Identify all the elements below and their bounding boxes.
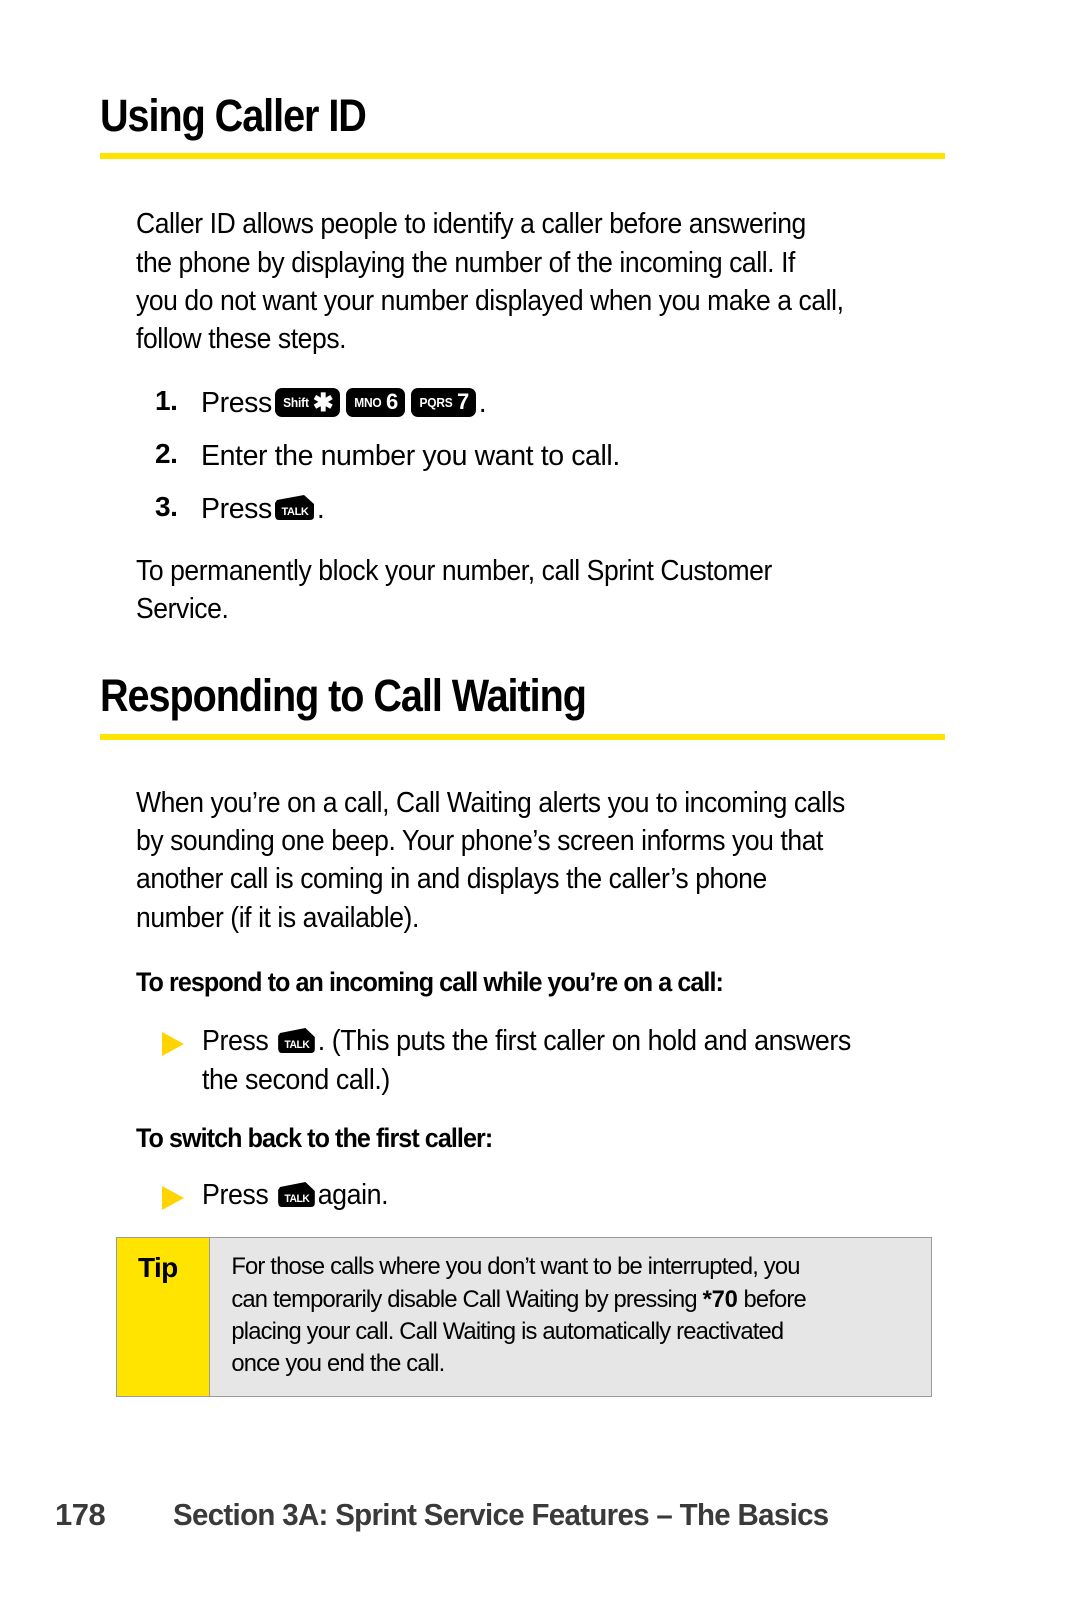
step-text-before: Press [201, 386, 272, 419]
key-talk-icon: TALK [277, 1181, 316, 1208]
key-seven-label: PQRS [419, 394, 453, 410]
tip-label: Tip [138, 1252, 178, 1284]
tip-callout-box: Tip For those calls where you don’t want… [116, 1237, 932, 1398]
tip-label-cell: Tip [117, 1238, 210, 1397]
bullet-text: Press TALK again. [202, 1176, 990, 1215]
triangle-bullet-icon [160, 1184, 202, 1212]
bullet-text-after-1: . (This puts the first caller on hold an… [317, 1024, 852, 1057]
manual-page: Using Caller ID Caller ID allows people … [0, 0, 1080, 1620]
svg-text:TALK: TALK [284, 1039, 310, 1051]
bullet-item: Press TALK again. [160, 1176, 1040, 1215]
subheading-switch-back-first-caller: To switch back to the first caller: [136, 1123, 493, 1154]
step-text-after: . [478, 386, 487, 419]
paragraph-line: Service. [136, 593, 229, 626]
paragraph-line: follow these steps. [136, 323, 347, 356]
triangle-bullet-icon [160, 1030, 202, 1058]
heading-rule [100, 733, 945, 740]
step-text-before: Press [201, 492, 272, 525]
key-six-icon: MNO 6 [346, 387, 405, 417]
bullet-text-after-2: the second call.) [202, 1063, 390, 1096]
key-star-label: Shift [282, 394, 309, 410]
section-heading-using-caller-id: Using Caller ID [100, 0, 945, 160]
key-six-label: MNO [354, 394, 383, 410]
step-text: Press TALK . [201, 491, 325, 528]
key-six-glyph: 6 [386, 389, 398, 415]
page-number: 178 [55, 1497, 106, 1532]
paragraph-line: Caller ID allows people to identify a ca… [136, 208, 806, 241]
paragraph-line: To permanently block your number, call S… [136, 554, 772, 587]
bullet-list-respond: Press TALK . (This puts the first caller… [160, 1022, 1040, 1100]
step-text-before: Enter the number you want to call. [201, 439, 620, 472]
tip-line-2b: before [737, 1285, 806, 1313]
step-3: 3. Press TALK . [155, 491, 1035, 528]
bullet-text-after: again. [317, 1179, 389, 1212]
step-1: 1. Press Shift ✱ MNO 6 PQRS 7 . [155, 385, 1035, 422]
page-subtitle: Responding to Call Waiting [100, 670, 587, 722]
section-heading-responding-to-call-waiting: Responding to Call Waiting [100, 670, 945, 740]
footer-section-title: Section 3A: Sprint Service Features – Th… [173, 1497, 829, 1532]
step-text-after: . [316, 492, 325, 525]
key-star-icon: Shift ✱ [274, 387, 341, 417]
intro-paragraph-caller-id: Caller ID allows people to identify a ca… [136, 205, 973, 358]
step-text: Enter the number you want to call. [201, 438, 620, 475]
key-talk-icon: TALK [274, 494, 315, 521]
bullet-text-before: Press [202, 1179, 269, 1212]
intro-paragraph-call-waiting: When you’re on a call, Call Waiting aler… [136, 784, 973, 937]
step-number: 2. [155, 437, 178, 469]
key-seven-icon: PQRS 7 [410, 387, 476, 417]
paragraph-line: the phone by displaying the number of th… [136, 246, 795, 279]
bullet-text: Press TALK . (This puts the first caller… [202, 1022, 990, 1100]
step-text: Press Shift ✱ MNO 6 PQRS 7 . [201, 385, 487, 422]
tip-line-2a: can temporarily disable Call Waiting by … [231, 1285, 703, 1313]
paragraph-line: number (if it is available). [136, 901, 419, 934]
paragraph-line: by sounding one beep. Your phone’s scree… [136, 824, 823, 857]
step-number: 3. [155, 490, 178, 522]
paragraph-line: you do not want your number displayed wh… [136, 284, 844, 317]
paragraph-line: another call is coming in and displays t… [136, 863, 767, 896]
closing-paragraph-caller-id: To permanently block your number, call S… [136, 552, 973, 629]
page-title: Using Caller ID [100, 90, 367, 141]
bullet-text-before: Press [202, 1024, 269, 1057]
tip-line: once you end the call. [231, 1350, 445, 1378]
page-footer: 178 Section 3A: Sprint Service Features … [0, 1497, 1080, 1533]
bullet-list-switch-back: Press TALK again. [160, 1176, 1040, 1215]
tip-body: For those calls where you don’t want to … [210, 1238, 909, 1396]
tip-code: *70 [702, 1285, 738, 1313]
numbered-step-list: 1. Press Shift ✱ MNO 6 PQRS 7 . 2. Enter… [155, 385, 1035, 528]
tip-line: For those calls where you don’t want to … [231, 1253, 800, 1281]
svg-text:TALK: TALK [281, 506, 308, 518]
key-talk-icon: TALK [277, 1027, 316, 1054]
step-2: 2. Enter the number you want to call. [155, 438, 1035, 475]
step-number: 1. [155, 384, 178, 416]
tip-line: placing your call. Call Waiting is autom… [231, 1317, 784, 1345]
key-seven-glyph: 7 [456, 389, 469, 415]
key-star-glyph: ✱ [312, 388, 334, 417]
tip-line: can temporarily disable Call Waiting by … [231, 1284, 892, 1316]
bullet-item: Press TALK . (This puts the first caller… [160, 1022, 1040, 1100]
paragraph-line: When you’re on a call, Call Waiting aler… [136, 786, 845, 819]
subheading-respond-incoming-call: To respond to an incoming call while you… [136, 966, 724, 997]
heading-rule [100, 153, 945, 160]
svg-text:TALK: TALK [284, 1193, 310, 1205]
